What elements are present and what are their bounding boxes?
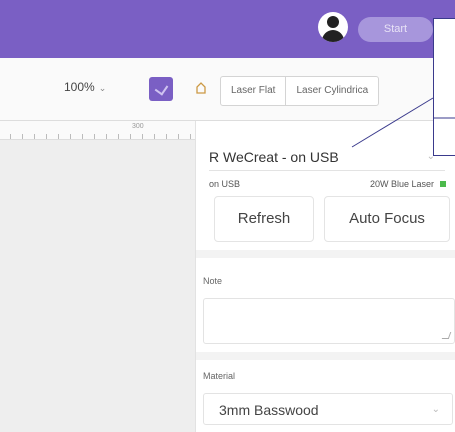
select-tool-button[interactable] [149,77,173,101]
ruler-mark: 300 [132,123,144,130]
ruler: 300 [0,121,195,140]
zoom-value: 100% [64,80,95,94]
user-icon-body [322,30,344,42]
start-button[interactable]: Start [358,17,433,42]
refresh-button[interactable]: Refresh [214,196,314,242]
laser-mode-tabs: Laser Flat Laser Cylindrica [220,76,380,106]
device-select[interactable]: R WeCreat - on USB ⌄ [209,144,445,171]
laser-type-label: 20W Blue Laser [370,179,435,189]
material-label: Material [203,371,236,381]
device-name: R WeCreat - on USB [209,149,339,165]
toolbar: 100% ⌄ Laser Flat Laser Cylindrica [0,58,455,121]
laser-type-badge: 20W Blue Laser [370,179,447,189]
auto-focus-button[interactable]: Auto Focus [324,196,450,242]
note-input[interactable] [203,298,455,344]
chevron-down-icon: ⌄ [98,83,107,93]
status-dot-icon [440,181,447,187]
avatar[interactable] [318,12,348,42]
zoom-select[interactable]: 100% ⌄ [64,80,106,94]
divider [196,352,455,360]
home-icon[interactable] [196,82,206,94]
tab-laser-flat[interactable]: Laser Flat [221,77,285,105]
annotation-callout [433,18,455,156]
user-icon [327,16,339,28]
note-label: Note [203,276,223,286]
material-value: 3mm Basswood [219,402,319,418]
divider [196,250,455,258]
chevron-down-icon: ⌄ [431,404,440,415]
connection-status: on USB [209,179,241,189]
tab-laser-cylindrical[interactable]: Laser Cylindrica [285,77,378,105]
material-select[interactable]: 3mm Basswood ⌄ [203,393,453,425]
top-bar: Start [0,0,455,58]
canvas-area[interactable] [0,121,195,432]
